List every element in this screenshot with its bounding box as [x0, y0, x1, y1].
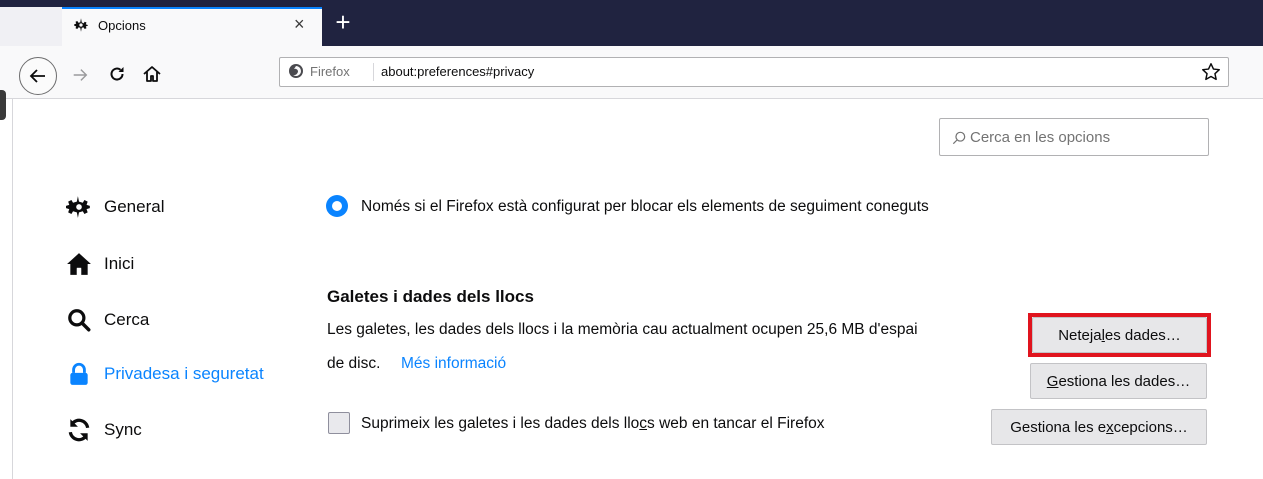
home-button[interactable] [136, 58, 168, 90]
window-edge [0, 90, 6, 120]
bookmark-star-icon[interactable] [1200, 61, 1222, 83]
url-separator [373, 63, 374, 81]
tab-close-icon[interactable]: × [294, 14, 305, 35]
delete-on-close-checkbox[interactable] [328, 412, 350, 434]
identity-box[interactable]: Firefox [288, 63, 350, 79]
tab-title: Opcions [98, 18, 146, 33]
sidebar-item-label: General [104, 197, 165, 216]
exceptions-accesskey: x [1106, 418, 1114, 436]
new-tab-button[interactable]: + [332, 7, 354, 37]
firefox-icon [289, 64, 303, 78]
manage-exceptions-button[interactable]: Gestiona les e x cepcions… [991, 409, 1207, 445]
identity-label: Firefox [310, 63, 350, 79]
sidebar-item-label: Sync [104, 420, 142, 439]
url-bar[interactable]: Firefox about:preferences#privacy [279, 57, 1229, 87]
sidebar-item-cerca[interactable]: Cerca [66, 307, 149, 333]
back-button[interactable] [19, 57, 57, 95]
search-input[interactable]: Cerca en les opcions [939, 118, 1209, 156]
sync-icon [68, 418, 90, 442]
sidebar-item-general[interactable]: General [66, 194, 164, 220]
home-icon [67, 253, 91, 275]
manage-data-button[interactable]: Gestiona les dades… [1030, 363, 1207, 399]
exceptions-label-pre: Gestiona les e [1010, 418, 1107, 436]
cookies-description: Les galetes, les dades dels llocs i la m… [327, 321, 918, 338]
gear-icon [74, 18, 88, 32]
checkbox-label-pre: Suprimeix les galetes i les dades dels l… [361, 415, 640, 432]
search-placeholder: Cerca en les opcions [970, 129, 1111, 146]
url-text[interactable]: about:preferences#privacy [381, 64, 534, 79]
tracking-radio-label: Només si el Firefox està configurat per … [361, 198, 929, 215]
tab-options[interactable]: Opcions × [62, 7, 322, 46]
forward-button[interactable] [64, 59, 96, 91]
search-icon [68, 309, 91, 332]
sidebar-item-inici[interactable]: Inici [66, 251, 134, 277]
sidebar-item-label: Privadesa i seguretat [104, 364, 264, 383]
checkbox-accesskey: c [639, 415, 648, 432]
lock-icon [70, 362, 88, 385]
more-info-link[interactable]: Més informació [401, 355, 506, 373]
manage-data-accesskey: G [1046, 372, 1059, 390]
manage-data-label-post: estiona les dades… [1058, 372, 1191, 390]
cookies-description-line2: de disc. [327, 355, 381, 372]
sidebar-item-privadesa[interactable]: Privadesa i seguretat [66, 361, 264, 387]
reload-button[interactable] [101, 58, 133, 90]
forward-arrow-icon [73, 69, 88, 81]
delete-on-close-label: Suprimeix les galetes i les dades dels l… [361, 415, 825, 433]
reload-icon [110, 67, 124, 81]
exceptions-label-post: cepcions… [1113, 418, 1188, 436]
window-edge-line [12, 98, 13, 479]
tab-strip-left [0, 7, 63, 46]
sidebar-item-label: Cerca [104, 310, 150, 329]
search-icon [952, 131, 966, 145]
gear-icon [66, 196, 90, 218]
section-title: Galetes i dades dels llocs [327, 287, 534, 306]
sidebar-item-sync[interactable]: Sync [66, 417, 142, 443]
home-icon [143, 66, 161, 82]
back-arrow-icon [29, 69, 45, 83]
highlight-box [1028, 313, 1211, 357]
sidebar-item-label: Inici [104, 254, 135, 273]
tracking-radio[interactable] [326, 195, 348, 217]
checkbox-label-post: s web en tancar el Firefox [647, 415, 825, 432]
